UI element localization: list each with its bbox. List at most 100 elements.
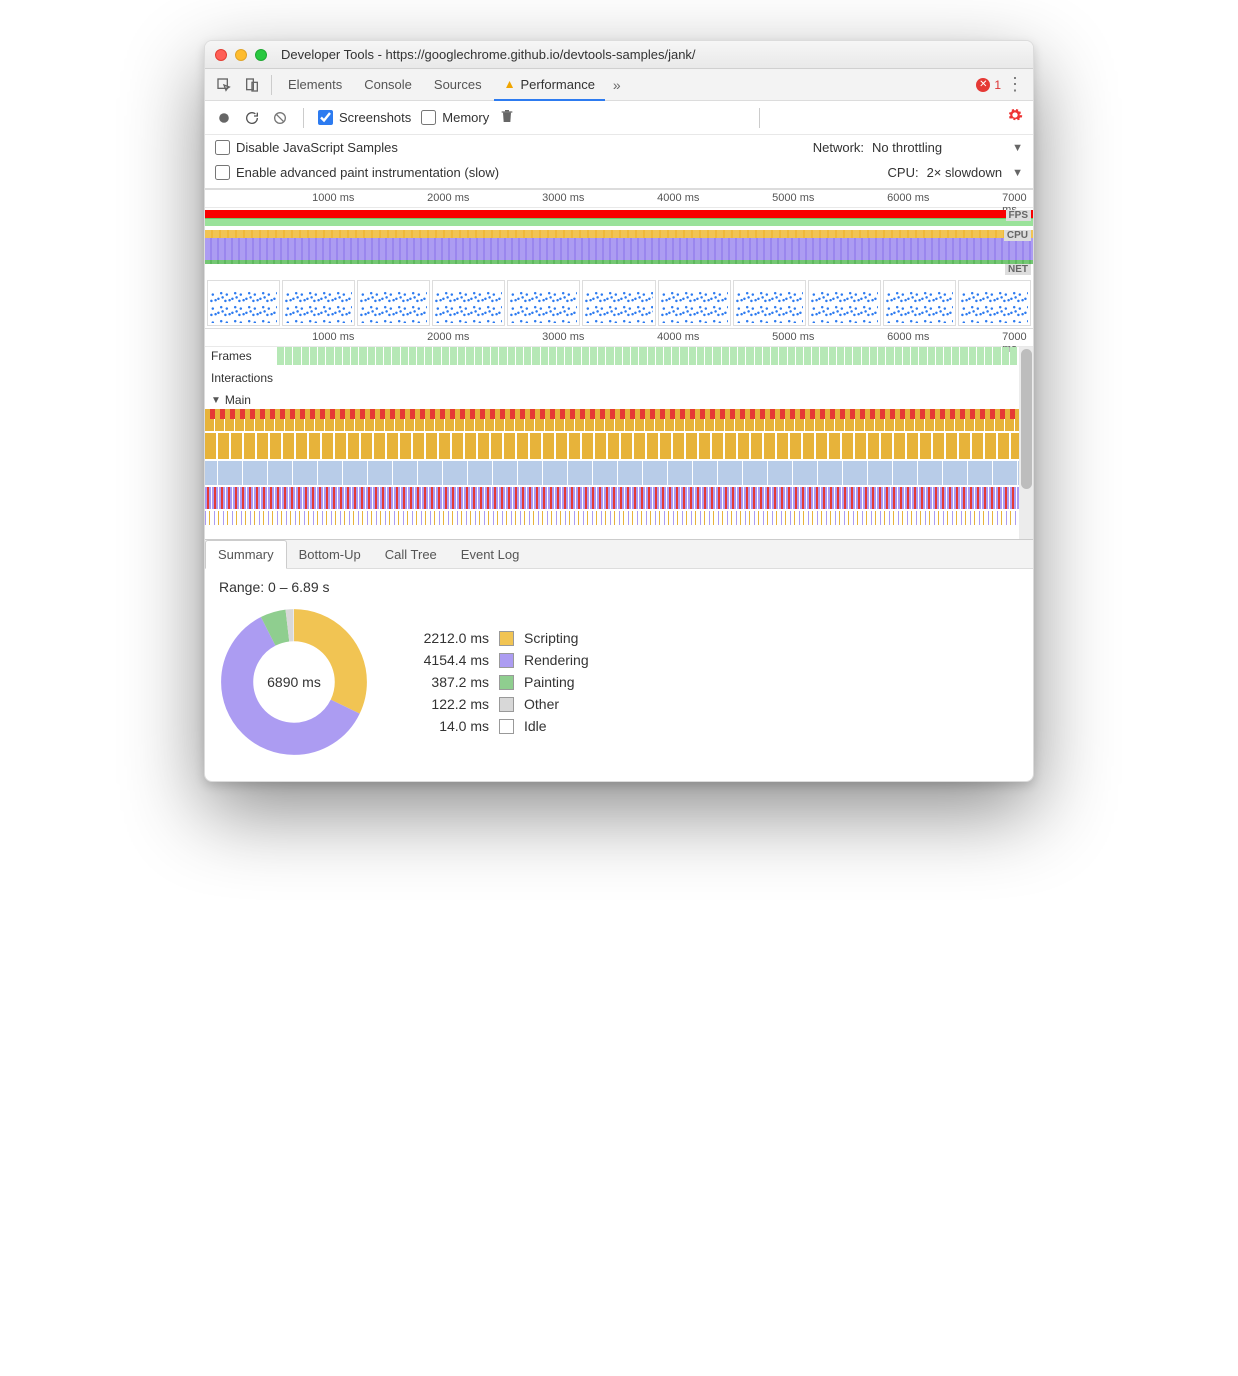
main-track-header[interactable]: ▼ Main (205, 391, 1019, 409)
network-select[interactable]: No throttling ▼ (872, 140, 1023, 155)
frame-bar (796, 347, 803, 365)
frame-bar (417, 347, 424, 365)
screenshot-thumb[interactable] (207, 280, 280, 326)
advanced-paint-checkbox[interactable]: Enable advanced paint instrumentation (s… (215, 165, 499, 180)
frame-bar (458, 347, 465, 365)
checkbox-label: Enable advanced paint instrumentation (s… (236, 165, 499, 180)
tab-console[interactable]: Console (354, 69, 422, 101)
flame-pane[interactable]: 1000 ms2000 ms3000 ms4000 ms5000 ms6000 … (205, 328, 1033, 539)
frame-bar (648, 347, 655, 365)
summary-panel: Range: 0 – 6.89 s 6890 ms 2212.0 msScrip… (205, 569, 1033, 781)
tab-call-tree[interactable]: Call Tree (373, 541, 449, 568)
screenshot-thumb[interactable] (282, 280, 355, 326)
advanced-paint-input[interactable] (215, 165, 230, 180)
memory-input[interactable] (421, 110, 436, 125)
screenshot-filmstrip[interactable] (205, 278, 1033, 328)
frame-bar (442, 347, 449, 365)
screenshot-thumb[interactable] (733, 280, 806, 326)
minimize-window-icon[interactable] (235, 49, 247, 61)
overview-ruler[interactable]: 1000 ms2000 ms3000 ms4000 ms5000 ms6000 … (205, 190, 1033, 208)
frame-bar (409, 347, 416, 365)
disable-js-checkbox[interactable]: Disable JavaScript Samples (215, 140, 398, 155)
frame-bar (911, 347, 918, 365)
checkbox-label: Disable JavaScript Samples (236, 140, 398, 155)
screenshot-thumb[interactable] (357, 280, 430, 326)
donut-chart: 6890 ms (219, 607, 369, 757)
screenshot-thumb[interactable] (507, 280, 580, 326)
legend-swatch (499, 653, 514, 668)
frame-bar (475, 347, 482, 365)
frame-bar (376, 347, 383, 365)
tab-event-log[interactable]: Event Log (449, 541, 532, 568)
frame-bar (606, 347, 613, 365)
net-row: NET (205, 264, 1033, 278)
garbage-collect-icon[interactable] (499, 108, 515, 128)
screenshot-thumb[interactable] (432, 280, 505, 326)
error-icon: ✕ (976, 78, 990, 92)
frame-bar (977, 347, 984, 365)
frame-bar (565, 347, 572, 365)
inspect-element-icon[interactable] (211, 72, 237, 98)
more-tabs-icon[interactable]: » (607, 77, 627, 93)
frame-bar (368, 347, 375, 365)
flame-ruler[interactable]: 1000 ms2000 ms3000 ms4000 ms5000 ms6000 … (205, 329, 1033, 347)
disable-js-input[interactable] (215, 140, 230, 155)
flame-row (205, 409, 1019, 431)
frame-bar (664, 347, 671, 365)
tab-label: Console (364, 77, 412, 92)
frame-bar (335, 347, 342, 365)
settings-gear-icon[interactable] (1007, 107, 1023, 128)
ruler-tick: 6000 ms (887, 331, 929, 343)
interactions-track-header[interactable]: Interactions (205, 365, 1019, 391)
legend-label: Scripting (524, 630, 578, 646)
ruler-tick: 2000 ms (427, 331, 469, 343)
frame-bar (450, 347, 457, 365)
tab-bottom-up[interactable]: Bottom-Up (287, 541, 373, 568)
ruler-tick: 3000 ms (542, 331, 584, 343)
cpu-select[interactable]: 2× slowdown ▼ (927, 165, 1023, 180)
ruler-tick: 6000 ms (887, 192, 929, 204)
main-flame-chart[interactable] (205, 409, 1019, 539)
record-icon[interactable] (215, 109, 233, 127)
error-count-badge[interactable]: ✕ 1 (976, 78, 1001, 92)
scrollbar-thumb[interactable] (1021, 349, 1032, 489)
frame-bar (318, 347, 325, 365)
memory-checkbox[interactable]: Memory (421, 110, 489, 125)
details-tabs: Summary Bottom-Up Call Tree Event Log (205, 539, 1033, 569)
vertical-scrollbar[interactable] (1019, 347, 1033, 539)
tab-performance[interactable]: ▲ Performance (494, 69, 605, 101)
frame-bar (952, 347, 959, 365)
screenshot-thumb[interactable] (582, 280, 655, 326)
collapse-icon[interactable]: ▼ (211, 395, 221, 406)
close-window-icon[interactable] (215, 49, 227, 61)
clear-icon[interactable] (271, 109, 289, 127)
titlebar: Developer Tools - https://googlechrome.g… (205, 41, 1033, 69)
screenshot-thumb[interactable] (883, 280, 956, 326)
screenshot-thumb[interactable] (808, 280, 881, 326)
fps-row: FPS (205, 210, 1033, 230)
checkbox-label: Memory (442, 110, 489, 125)
legend-ms: 4154.4 ms (399, 652, 489, 668)
overview-pane[interactable]: 1000 ms2000 ms3000 ms4000 ms5000 ms6000 … (205, 189, 1033, 328)
screenshot-thumb[interactable] (958, 280, 1031, 326)
frame-bar (779, 347, 786, 365)
tab-summary[interactable]: Summary (205, 540, 287, 569)
devtools-window: Developer Tools - https://googlechrome.g… (204, 40, 1034, 782)
legend-label: Rendering (524, 652, 589, 668)
frame-bar (302, 347, 309, 365)
frame-bar (689, 347, 696, 365)
kebab-menu-icon[interactable]: ⋮ (1003, 74, 1027, 95)
screenshots-input[interactable] (318, 110, 333, 125)
screenshot-thumb[interactable] (658, 280, 731, 326)
tab-label: Elements (288, 77, 342, 92)
reload-icon[interactable] (243, 109, 261, 127)
frame-bar (944, 347, 951, 365)
frame-bar (425, 347, 432, 365)
tab-sources[interactable]: Sources (424, 69, 492, 101)
frame-bar (499, 347, 506, 365)
frame-bar (985, 347, 992, 365)
device-toolbar-icon[interactable] (239, 72, 265, 98)
screenshots-checkbox[interactable]: Screenshots (318, 110, 411, 125)
zoom-window-icon[interactable] (255, 49, 267, 61)
tab-elements[interactable]: Elements (278, 69, 352, 101)
